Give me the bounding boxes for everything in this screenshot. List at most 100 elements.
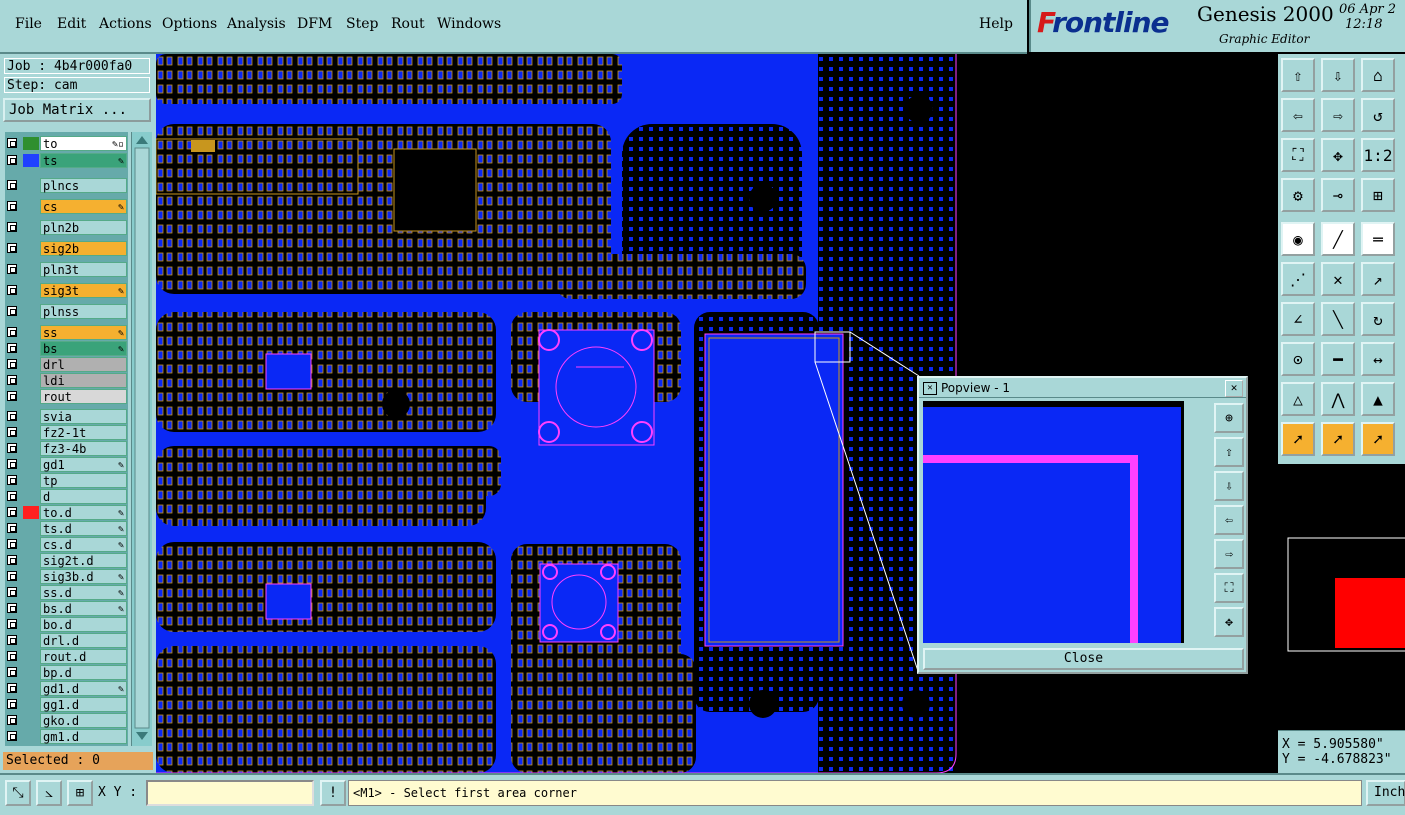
menu-windows[interactable]: Windows bbox=[437, 16, 501, 32]
layer-row[interactable]: ss ✎ bbox=[5, 325, 127, 340]
menu-step[interactable]: Step bbox=[346, 16, 378, 32]
layer-color-swatch[interactable] bbox=[23, 221, 39, 234]
layer-checkbox[interactable] bbox=[7, 201, 17, 211]
layer-name[interactable]: gd1.d ✎ bbox=[40, 681, 127, 696]
layer-row[interactable]: tp bbox=[5, 473, 127, 488]
node-pad-icon[interactable]: ⊙ bbox=[1281, 342, 1315, 376]
layer-color-swatch[interactable] bbox=[23, 586, 39, 599]
cross-icon[interactable]: ✕ bbox=[1321, 262, 1355, 296]
redraw-icon[interactable]: ↺ bbox=[1361, 98, 1395, 132]
layer-color-swatch[interactable] bbox=[23, 538, 39, 551]
layer-checkbox[interactable] bbox=[7, 523, 17, 533]
layer-name[interactable]: rout bbox=[40, 389, 127, 404]
layer-color-swatch[interactable] bbox=[23, 666, 39, 679]
layer-checkbox[interactable] bbox=[7, 731, 17, 741]
zoom-down-icon[interactable]: ⇩ bbox=[1321, 58, 1355, 92]
popview-canvas[interactable] bbox=[923, 401, 1184, 643]
layer-row[interactable]: plnss bbox=[5, 304, 127, 319]
layer-row[interactable]: gm1.d bbox=[5, 729, 127, 744]
layer-color-swatch[interactable] bbox=[23, 522, 39, 535]
layer-name[interactable]: fz2-1t bbox=[40, 425, 127, 440]
layer-name[interactable]: bo.d bbox=[40, 617, 127, 632]
layer-row[interactable]: ss.d ✎ bbox=[5, 585, 127, 600]
layer-row[interactable]: to ✎▫ bbox=[5, 136, 127, 151]
layer-checkbox[interactable] bbox=[7, 327, 17, 337]
layer-name[interactable]: gm1.d bbox=[40, 729, 127, 744]
layer-color-swatch[interactable] bbox=[23, 602, 39, 615]
dimension-icon[interactable]: ↔ bbox=[1361, 342, 1395, 376]
layer-name[interactable]: svia bbox=[40, 409, 127, 424]
layer-color-swatch[interactable] bbox=[23, 358, 39, 371]
layer-name[interactable]: plnss bbox=[40, 304, 127, 319]
layer-row[interactable]: to.d ✎ bbox=[5, 505, 127, 520]
layer-row[interactable]: fz2-1t bbox=[5, 425, 127, 440]
layer-color-swatch[interactable] bbox=[23, 342, 39, 355]
layer-color-swatch[interactable] bbox=[23, 305, 39, 318]
layer-row[interactable]: fz3-4b bbox=[5, 441, 127, 456]
layer-color-swatch[interactable] bbox=[23, 506, 39, 519]
window-menu-icon[interactable]: ✕ bbox=[923, 382, 937, 395]
layer-color-swatch[interactable] bbox=[23, 698, 39, 711]
layer-name[interactable]: drl bbox=[40, 357, 127, 372]
units-button[interactable]: Inch bbox=[1366, 780, 1405, 806]
layer-name[interactable]: to.d ✎ bbox=[40, 505, 127, 520]
layer-checkbox[interactable] bbox=[7, 475, 17, 485]
layer-checkbox[interactable] bbox=[7, 343, 17, 353]
angle-icon[interactable]: ∠ bbox=[1281, 302, 1315, 336]
line-icon[interactable]: ╱ bbox=[1321, 222, 1355, 256]
layer-row[interactable]: sig2t.d bbox=[5, 553, 127, 568]
layer-row[interactable]: sig3t ✎ bbox=[5, 283, 127, 298]
menu-analysis[interactable]: Analysis bbox=[227, 16, 286, 32]
layer-name[interactable]: bp.d bbox=[40, 665, 127, 680]
peak-icon[interactable]: ⋀ bbox=[1321, 382, 1355, 416]
layer-name[interactable]: sig3b.d ✎ bbox=[40, 569, 127, 584]
zoom-center-icon[interactable]: ✥ bbox=[1321, 138, 1355, 172]
measure-window-icon[interactable]: ⦣ bbox=[36, 780, 62, 806]
layer-color-swatch[interactable] bbox=[23, 410, 39, 423]
layer-row[interactable]: plncs bbox=[5, 178, 127, 193]
layer-row[interactable]: sig3b.d ✎ bbox=[5, 569, 127, 584]
popview-right-icon[interactable]: ⇨ bbox=[1214, 539, 1244, 569]
layer-name[interactable]: to ✎▫ bbox=[40, 136, 127, 151]
menu-dfm[interactable]: DFM bbox=[297, 16, 332, 32]
layer-row[interactable]: ts.d ✎ bbox=[5, 521, 127, 536]
layer-row[interactable]: drl bbox=[5, 357, 127, 372]
pad-icon[interactable]: ◉ bbox=[1281, 222, 1315, 256]
layer-color-swatch[interactable] bbox=[23, 570, 39, 583]
layer-color-swatch[interactable] bbox=[23, 618, 39, 631]
layer-row[interactable]: cs ✎ bbox=[5, 199, 127, 214]
layer-checkbox[interactable] bbox=[7, 603, 17, 613]
layer-color-swatch[interactable] bbox=[23, 200, 39, 213]
layer-row[interactable]: pln3t bbox=[5, 262, 127, 277]
layer-checkbox[interactable] bbox=[7, 391, 17, 401]
layer-checkbox[interactable] bbox=[7, 635, 17, 645]
layer-row[interactable]: sig2b bbox=[5, 241, 127, 256]
menu-file[interactable]: File bbox=[15, 16, 42, 32]
layer-row[interactable]: gg1.d bbox=[5, 697, 127, 712]
layer-row[interactable]: bs.d ✎ bbox=[5, 601, 127, 616]
layer-checkbox[interactable] bbox=[7, 539, 17, 549]
layer-row[interactable]: cs.d ✎ bbox=[5, 537, 127, 552]
pan-right-icon[interactable]: ⇨ bbox=[1321, 98, 1355, 132]
layer-color-swatch[interactable] bbox=[23, 263, 39, 276]
layer-name[interactable]: gg1.d bbox=[40, 697, 127, 712]
layer-row[interactable]: d bbox=[5, 489, 127, 504]
layer-checkbox[interactable] bbox=[7, 138, 17, 148]
layer-row[interactable]: bp.d bbox=[5, 665, 127, 680]
popview-close-button[interactable]: Close bbox=[923, 648, 1244, 670]
layer-row[interactable]: rout.d bbox=[5, 649, 127, 664]
popview-fit-icon[interactable]: ⛶ bbox=[1214, 573, 1244, 603]
layer-color-swatch[interactable] bbox=[23, 682, 39, 695]
layer-name[interactable]: cs.d ✎ bbox=[40, 537, 127, 552]
layer-checkbox[interactable] bbox=[7, 715, 17, 725]
overview-panel[interactable] bbox=[1278, 464, 1405, 730]
layer-color-swatch[interactable] bbox=[23, 137, 39, 150]
layer-name[interactable]: rout.d bbox=[40, 649, 127, 664]
layer-checkbox[interactable] bbox=[7, 507, 17, 517]
layer-name[interactable]: ts.d ✎ bbox=[40, 521, 127, 536]
layer-checkbox[interactable] bbox=[7, 427, 17, 437]
scale-1-2-icon[interactable]: 1:2 bbox=[1361, 138, 1395, 172]
zoom-up-icon[interactable]: ⇧ bbox=[1281, 58, 1315, 92]
layer-checkbox[interactable] bbox=[7, 285, 17, 295]
zoom-fit-icon[interactable]: ⛶ bbox=[1281, 138, 1315, 172]
